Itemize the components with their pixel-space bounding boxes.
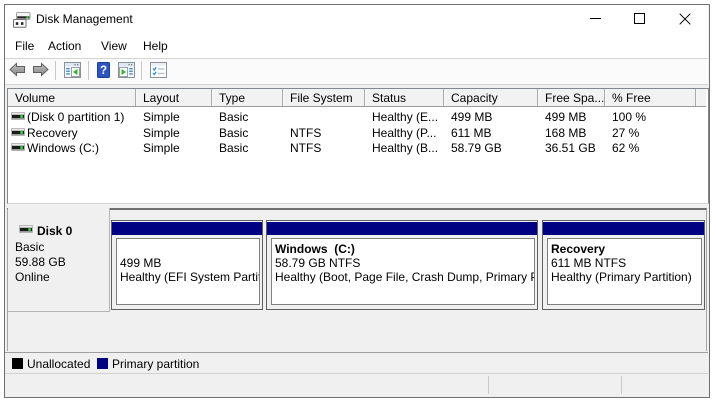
svg-text:?: ? xyxy=(99,65,106,77)
